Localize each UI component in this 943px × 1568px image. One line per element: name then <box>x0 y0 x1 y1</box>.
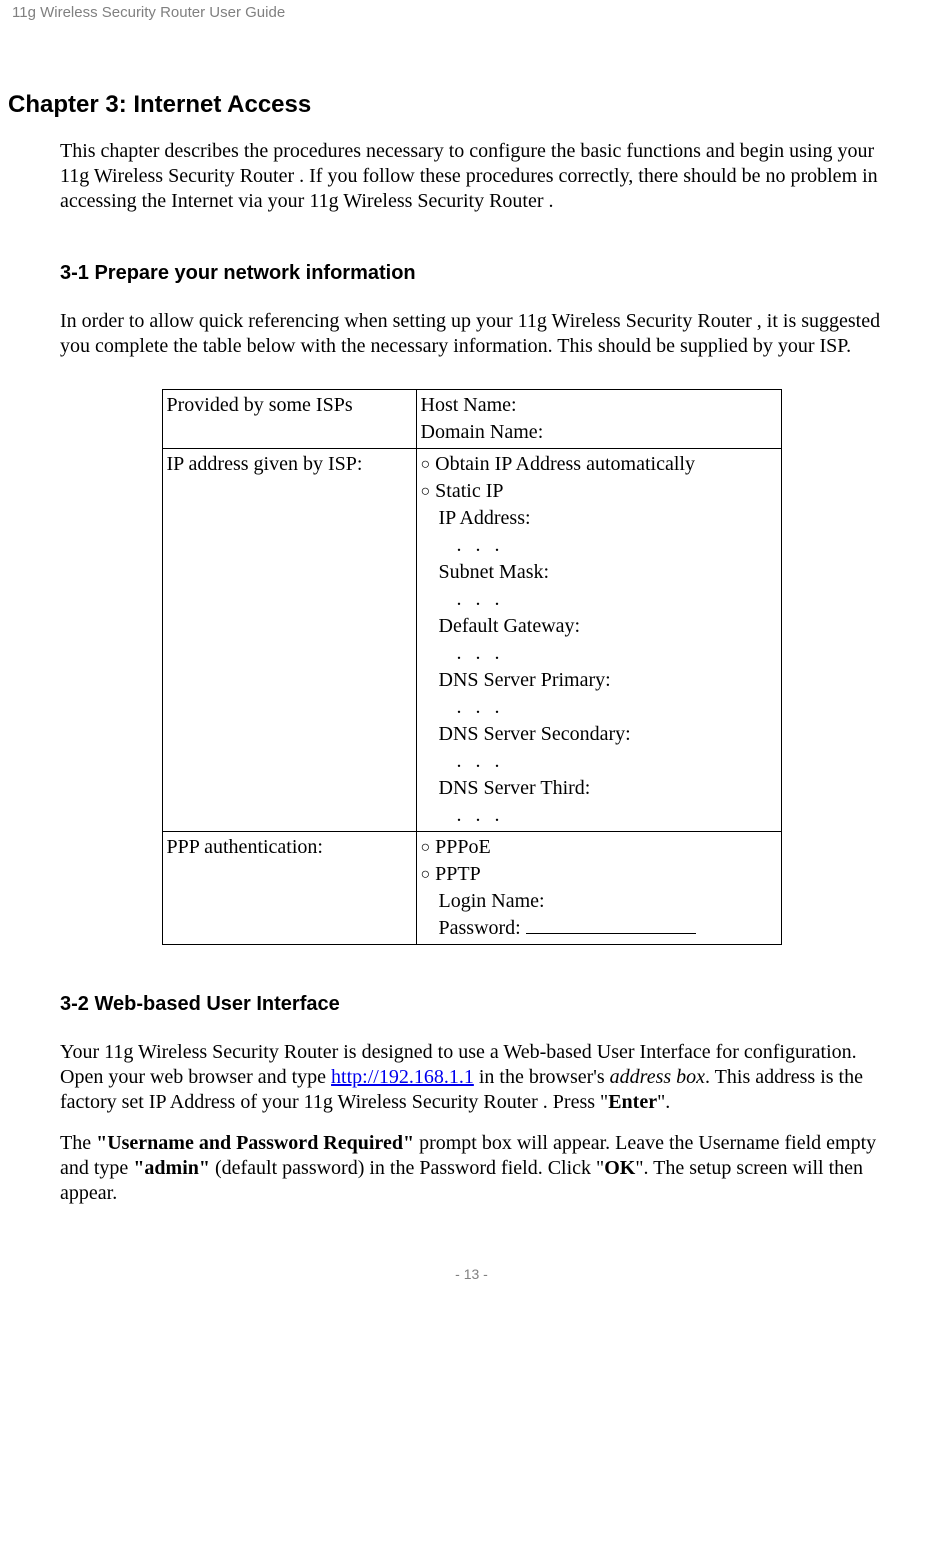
section-3-2-title: 3-2 Web-based User Interface <box>60 993 883 1016</box>
dns-third-label: DNS Server Third: <box>421 775 777 802</box>
domain-name-label: Domain Name: <box>421 421 544 443</box>
table-row: Provided by some ISPs Host Name: Domain … <box>162 390 781 449</box>
page-header: 11g Wireless Security Router User Guide <box>0 0 943 21</box>
password-blank-line <box>526 915 696 934</box>
section-3-1-title: 3-1 Prepare your network information <box>60 262 883 285</box>
text: (default password) in the Password field… <box>210 1157 604 1179</box>
default-gateway-label: Default Gateway: <box>421 613 777 640</box>
opt-pppoe: PPPoE <box>435 836 491 858</box>
radio-icon: ○︎ <box>421 866 431 883</box>
enter-bold: Enter <box>608 1091 657 1113</box>
isp-info-table: Provided by some ISPs Host Name: Domain … <box>162 389 782 945</box>
text: ". <box>657 1091 670 1113</box>
chapter-intro: This chapter describes the procedures ne… <box>60 139 883 214</box>
prompt-bold: "Username and Password Required" <box>96 1132 414 1154</box>
table-row: PPP authentication: ○︎ PPPoE ○︎ PPTP Log… <box>162 832 781 945</box>
cell-ip-given-by-isp: IP address given by ISP: <box>162 449 416 832</box>
page-footer: - 13 - <box>0 1266 943 1292</box>
address-box-italic: address box <box>610 1066 705 1088</box>
radio-icon: ○︎ <box>421 456 431 473</box>
dns-secondary-label: DNS Server Secondary: <box>421 721 777 748</box>
dns-primary-label: DNS Server Primary: <box>421 667 777 694</box>
host-name-label: Host Name: <box>421 394 517 416</box>
text: in the browser's <box>474 1066 610 1088</box>
section-3-2-body-p1: Your 11g Wireless Security Router is des… <box>60 1040 883 1115</box>
password-label: Password: <box>439 917 526 939</box>
ip-dots: ... <box>421 588 514 610</box>
opt-obtain-auto: Obtain IP Address automatically <box>435 453 695 475</box>
ok-bold: OK <box>604 1157 635 1179</box>
radio-icon: ○︎ <box>421 839 431 856</box>
ip-dots: ... <box>421 696 514 718</box>
subnet-mask-label: Subnet Mask: <box>421 559 777 586</box>
ip-dots: ... <box>421 642 514 664</box>
text: The <box>60 1132 96 1154</box>
login-name-label: Login Name: <box>421 888 777 915</box>
ip-dots: ... <box>421 750 514 772</box>
ip-dots: ... <box>421 534 514 556</box>
section-3-2-body-p2: The "Username and Password Required" pro… <box>60 1131 883 1206</box>
ip-dots: ... <box>421 804 514 826</box>
section-3-1-body: In order to allow quick referencing when… <box>60 309 883 359</box>
opt-pptp: PPTP <box>435 863 481 885</box>
cell-host-domain: Host Name: Domain Name: <box>416 390 781 449</box>
cell-ip-options: ○︎ Obtain IP Address automatically ○︎ St… <box>416 449 781 832</box>
router-url-link[interactable]: http://192.168.1.1 <box>331 1066 474 1088</box>
opt-static-ip: Static IP <box>435 480 503 502</box>
cell-ppp-auth: PPP authentication: <box>162 832 416 945</box>
admin-bold: "admin" <box>133 1157 210 1179</box>
radio-icon: ○︎ <box>421 483 431 500</box>
table-row: IP address given by ISP: ○︎ Obtain IP Ad… <box>162 449 781 832</box>
cell-provided-by-isps: Provided by some ISPs <box>162 390 416 449</box>
chapter-title: Chapter 3: Internet Access <box>8 91 883 119</box>
cell-ppp-options: ○︎ PPPoE ○︎ PPTP Login Name: Password: <box>416 832 781 945</box>
ip-address-label: IP Address: <box>421 505 777 532</box>
